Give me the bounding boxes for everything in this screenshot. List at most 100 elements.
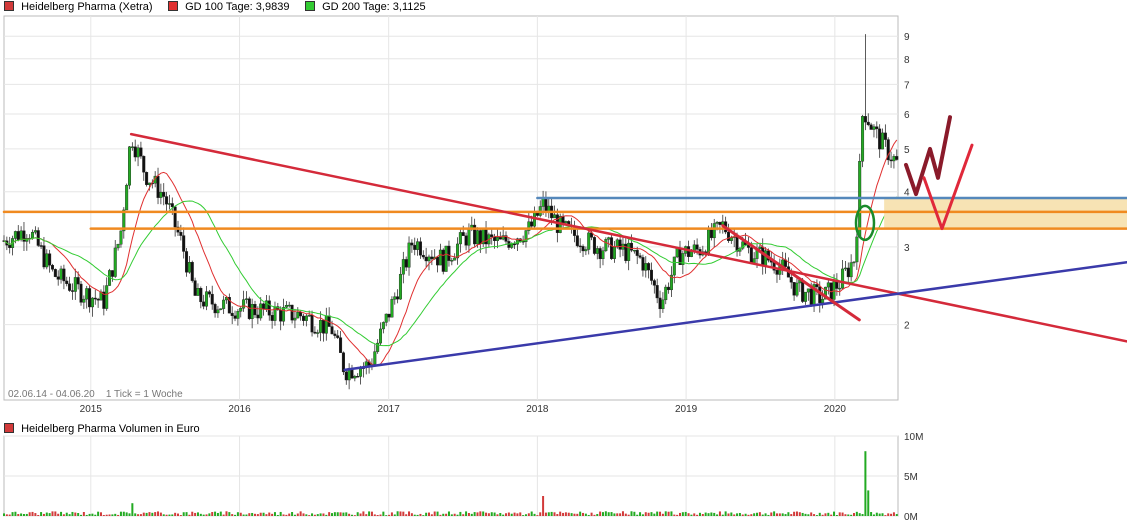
price-panel: 2015 2016 2017 2018 2019 202023456789 (2, 15, 1127, 415)
candle-body (612, 246, 616, 259)
legend-item-price: Heidelberg Pharma (Xetra) (4, 0, 153, 14)
x-tick-label: 2020 (824, 404, 847, 415)
volume-bar (738, 512, 741, 516)
volume-bar (824, 513, 827, 516)
volume-bar (670, 511, 673, 516)
volume-bar (322, 513, 325, 516)
volume-bar (770, 512, 773, 516)
volume-bar (573, 513, 576, 516)
volume-bar (519, 512, 522, 516)
candle-body (222, 299, 226, 309)
volume-bar (564, 512, 567, 516)
candle-body (42, 245, 46, 268)
candle-body (427, 256, 431, 262)
candle-body (475, 230, 479, 245)
candle-body (301, 315, 305, 321)
candle-body (270, 315, 274, 321)
candle-body (165, 196, 169, 205)
candle-body (729, 237, 733, 241)
legend-label-price: Heidelberg Pharma (Xetra) (21, 1, 153, 13)
volume-bar (707, 513, 710, 516)
volume-bar (231, 514, 234, 516)
volume-bar (165, 514, 168, 516)
volume-bar (476, 512, 479, 516)
volume-bar (28, 512, 31, 516)
volume-bar (191, 511, 194, 516)
candle-body (159, 191, 163, 198)
volume-bar (174, 512, 177, 516)
volume-bar (787, 512, 790, 516)
candle-body (310, 315, 314, 333)
volume-bar (864, 451, 867, 516)
volume-bar (413, 514, 416, 516)
candle-body (287, 304, 291, 307)
volume-bar (430, 514, 433, 516)
volume-bar (34, 513, 37, 516)
candle-body (170, 203, 174, 208)
volume-bar (117, 514, 120, 516)
candle-body (19, 230, 23, 240)
volume-bar (556, 514, 559, 516)
volume-bar (159, 512, 162, 516)
volume-bar (624, 513, 627, 516)
volume-bar (350, 514, 353, 516)
volume-bar (305, 514, 308, 516)
x-tick-label: 2015 (80, 404, 103, 415)
volume-bar (182, 512, 185, 516)
volume-bar (425, 512, 428, 516)
volume-bar (661, 513, 664, 516)
candle-body (390, 299, 394, 318)
candle-body (598, 248, 602, 260)
candle-body (581, 246, 585, 252)
volume-bar (271, 513, 274, 516)
volume-bar (176, 513, 179, 516)
candle-body (458, 232, 462, 245)
candle-body (607, 237, 611, 240)
candle-body (513, 243, 517, 246)
volume-bar (74, 512, 77, 516)
volume-bar (385, 515, 388, 516)
candle-body (133, 146, 137, 158)
volume-bar (544, 512, 547, 516)
candle-body (578, 245, 582, 248)
volume-bar (259, 512, 262, 516)
candle-body (65, 280, 69, 284)
volume-bar (436, 511, 439, 516)
volume-bar (576, 513, 579, 516)
candle-body (324, 315, 328, 334)
candle-body (373, 351, 377, 365)
candle-body (381, 322, 385, 330)
candle-body (889, 159, 893, 162)
candle-body (262, 303, 266, 309)
candle-body (584, 249, 588, 252)
volume-bar (236, 512, 239, 516)
volume-bar (225, 511, 228, 516)
x-tick-label: 2019 (675, 404, 698, 415)
x-tick-label: 2018 (526, 404, 549, 415)
candle-body (595, 248, 599, 254)
volume-bar (211, 512, 214, 516)
volume-bar (676, 514, 679, 516)
candle-body (299, 312, 303, 317)
x-tick-label: 2016 (228, 404, 251, 415)
volume-bar (684, 511, 687, 516)
volume-bar (288, 513, 291, 516)
volume-bar (296, 513, 299, 516)
volume-bar (122, 511, 125, 516)
volume-bar (795, 511, 798, 516)
volume-bar (402, 511, 405, 516)
candle-body (267, 300, 271, 316)
volume-bar (234, 514, 237, 516)
volume-bar (584, 513, 587, 516)
candle-body (253, 304, 257, 316)
volume-bar (390, 512, 393, 516)
candle-body (658, 297, 662, 310)
volume-bar (325, 514, 328, 516)
volume-bar (550, 511, 553, 516)
volume-bar (741, 514, 744, 516)
volume-bar (730, 512, 733, 516)
volume-bar (251, 512, 254, 516)
volume-bar (356, 512, 359, 516)
volume-bar (593, 514, 596, 516)
volume-bar (539, 512, 542, 516)
